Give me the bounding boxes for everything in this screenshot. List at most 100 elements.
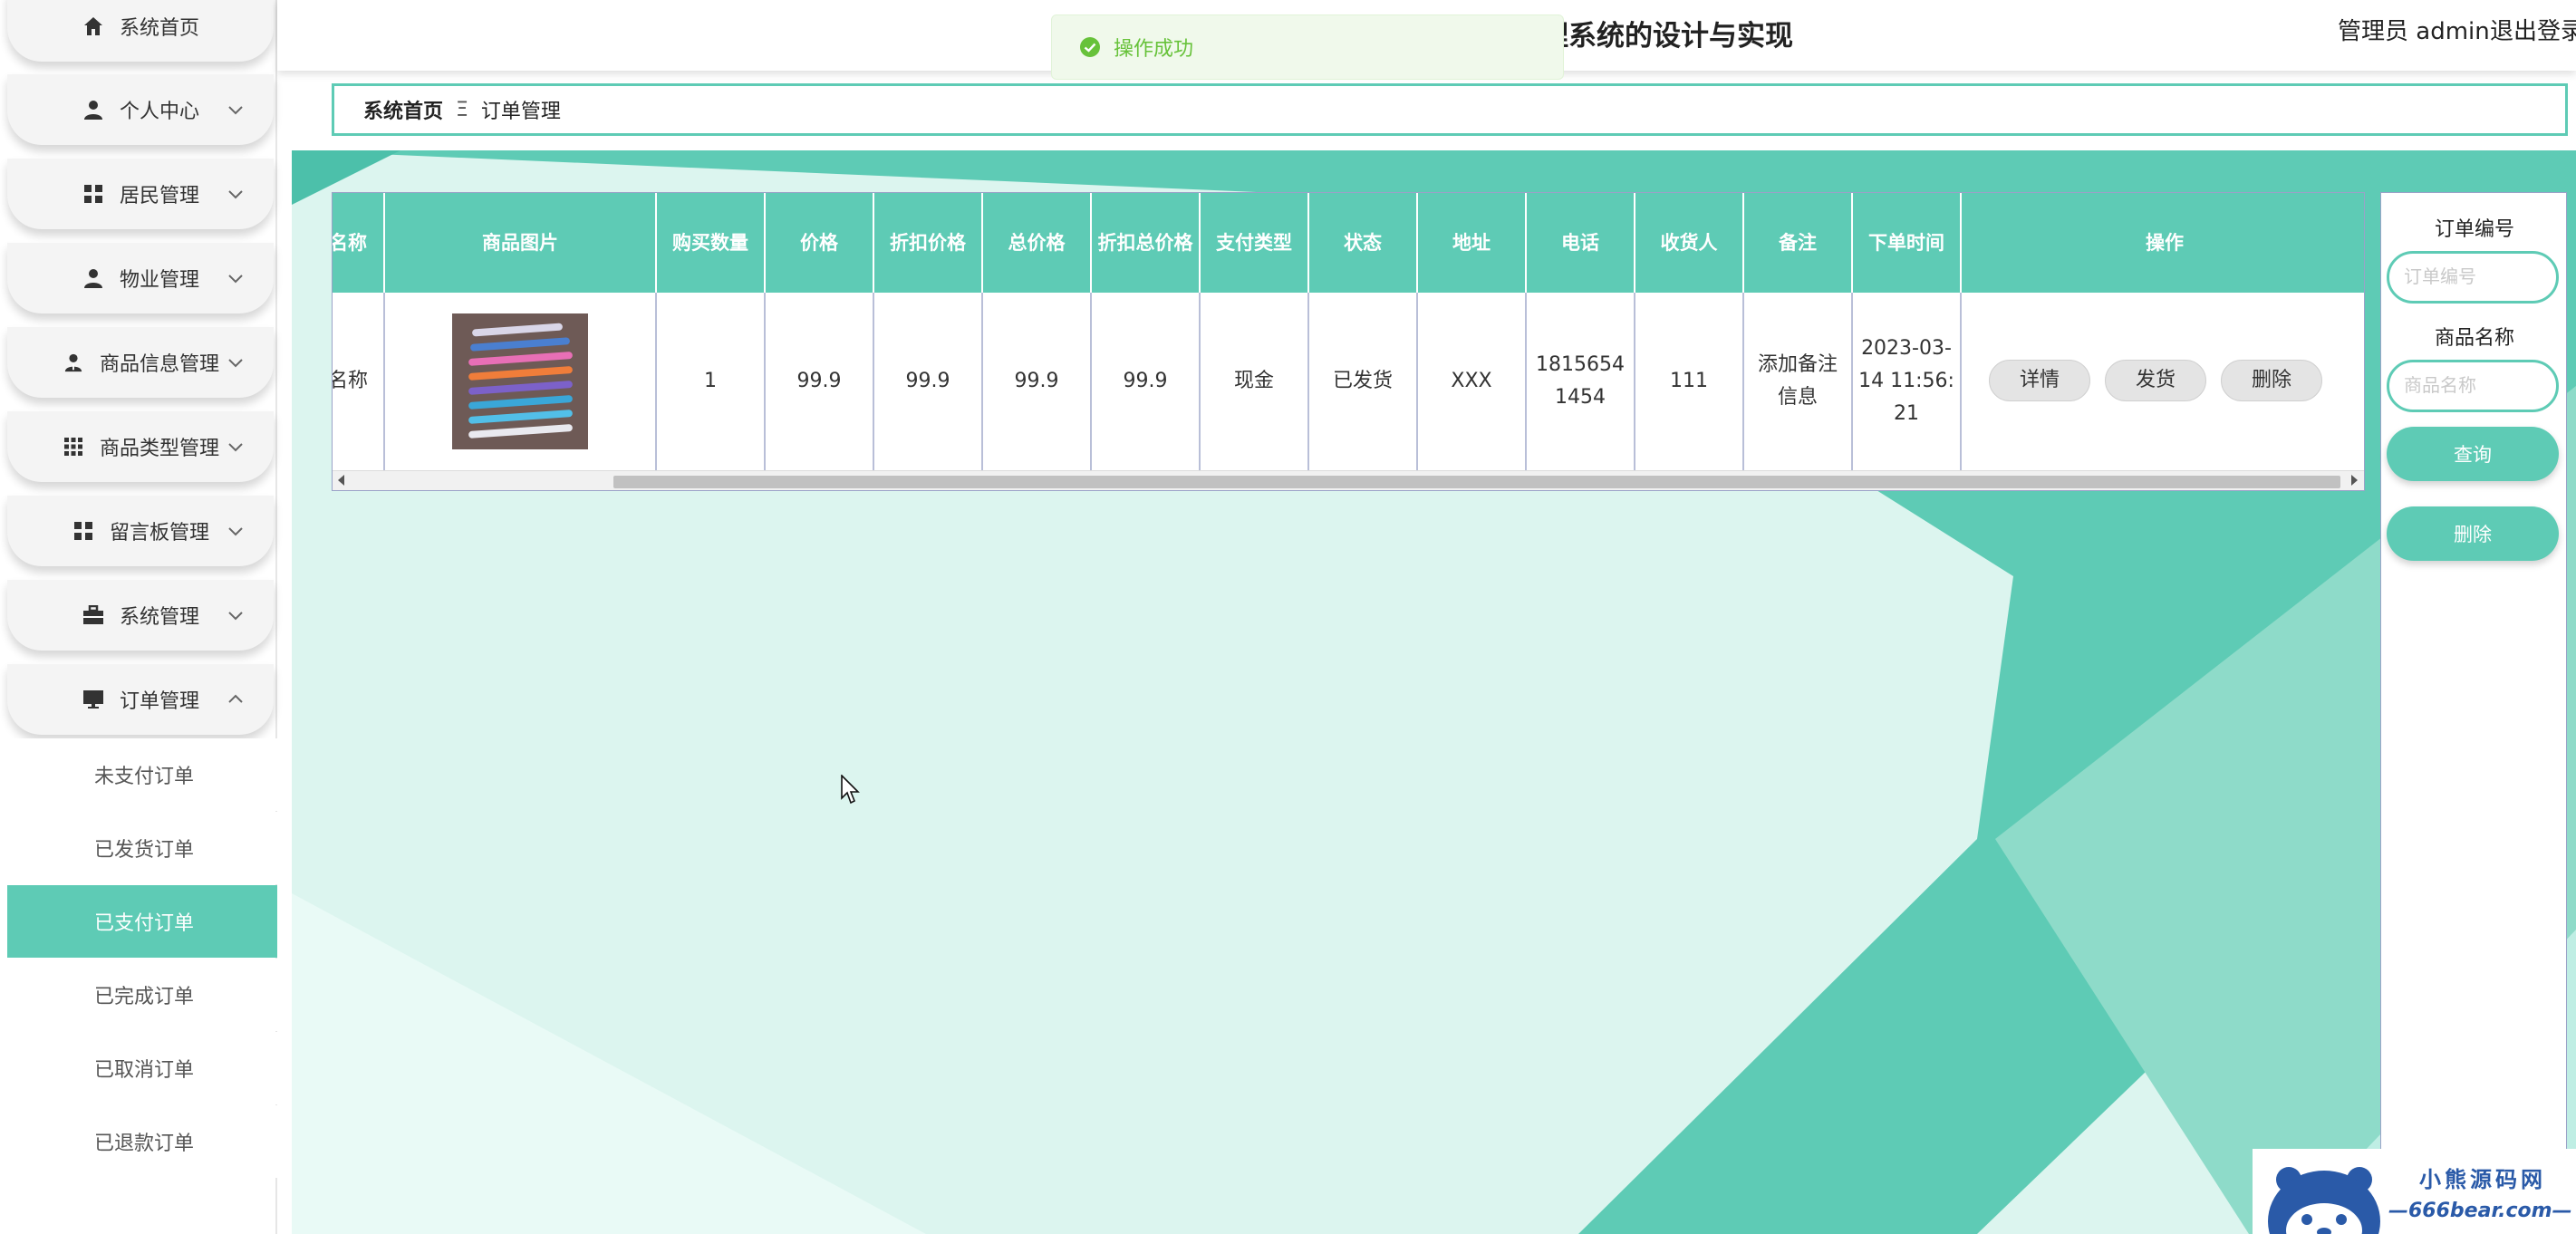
orders-table: 名称 商品图片 购买数量 价格 折扣价格 总价格 折扣总价格 支付类型 状态 地… bbox=[332, 192, 2365, 491]
sidebar-item-system[interactable]: 系统管理 bbox=[7, 580, 274, 651]
watermark: 小熊源码网 —666bear.com— bbox=[2253, 1149, 2576, 1234]
cell-order-time: 2023-03-14 11:56:21 bbox=[1853, 293, 1962, 470]
order-no-label: 订单编号 bbox=[2434, 218, 2514, 241]
col-header-price: 价格 bbox=[766, 193, 874, 293]
monitor-icon bbox=[82, 688, 105, 711]
cell-image bbox=[385, 293, 657, 470]
chevron-down-icon bbox=[228, 443, 243, 452]
table-horizontal-scrollbar[interactable] bbox=[333, 470, 2364, 490]
cell-remark: 添加备注信息 bbox=[1744, 293, 1853, 470]
col-header-pay-type: 支付类型 bbox=[1201, 193, 1309, 293]
col-header-name: 名称 bbox=[333, 193, 385, 293]
sidebar-subitem-shipped[interactable]: 已发货订单 bbox=[7, 812, 277, 884]
sidebar-subitem-cancelled[interactable]: 已取消订单 bbox=[7, 1032, 277, 1104]
sidebar-subitem-unpaid[interactable]: 未支付订单 bbox=[7, 738, 277, 811]
scroll-left-arrow-icon[interactable] bbox=[338, 475, 344, 486]
sidebar-item-property[interactable]: 物业管理 bbox=[7, 243, 274, 313]
toast-message: 操作成功 bbox=[1114, 38, 1194, 61]
sidebar-item-label: 个人中心 bbox=[119, 101, 199, 123]
watermark-url: —666bear.com— bbox=[2388, 1200, 2572, 1222]
sidebar-item-label: 留言板管理 bbox=[109, 522, 209, 545]
mouse-cursor-icon bbox=[841, 775, 860, 805]
chevron-down-icon bbox=[228, 275, 243, 284]
cell-name: 名称 bbox=[333, 293, 385, 470]
sidebar-item-label: 系统首页 bbox=[119, 17, 199, 40]
cell-address: XXX bbox=[1418, 293, 1527, 470]
sidebar-item-home[interactable]: 系统首页 bbox=[7, 0, 274, 62]
col-header-actions: 操作 bbox=[1962, 193, 2364, 293]
sidebar-item-personal-center[interactable]: 个人中心 bbox=[7, 74, 274, 145]
logout-link[interactable]: 退出登录 bbox=[2490, 13, 2576, 46]
cell-status: 已发货 bbox=[1309, 293, 1418, 470]
cell-discount-total: 99.9 bbox=[1092, 293, 1201, 470]
cell-receiver: 111 bbox=[1635, 293, 1744, 470]
detail-button[interactable]: 详情 bbox=[1989, 360, 2090, 401]
col-header-total-price: 总价格 bbox=[983, 193, 1092, 293]
sidebar-subitem-completed[interactable]: 已完成订单 bbox=[7, 959, 277, 1031]
chevron-down-icon bbox=[228, 612, 243, 621]
breadcrumb-separator: Ξ bbox=[456, 98, 468, 121]
sidebar-item-label: 订单管理 bbox=[119, 690, 199, 713]
grid-icon bbox=[72, 519, 95, 543]
order-no-input[interactable] bbox=[2387, 251, 2559, 304]
search-panel: 订单编号 商品名称 查询 删除 bbox=[2380, 192, 2567, 1234]
product-name-label: 商品名称 bbox=[2434, 327, 2514, 350]
sidebar-item-label: 商品信息管理 bbox=[99, 353, 219, 376]
col-header-discount-total: 折扣总价格 bbox=[1092, 193, 1201, 293]
user-icon bbox=[82, 98, 105, 121]
ship-button[interactable]: 发货 bbox=[2105, 360, 2206, 401]
watermark-name: 小熊源码网 bbox=[2419, 1167, 2546, 1192]
sidebar-item-product-info[interactable]: 商品信息管理 bbox=[7, 327, 274, 398]
sidebar-item-label: 商品类型管理 bbox=[99, 438, 219, 460]
app-root: 系统首页 个人中心 居民管理 物业管理 商品信息管理 商品类型管理 留言板管理 … bbox=[0, 0, 2576, 1234]
bear-logo-icon bbox=[2268, 1167, 2380, 1234]
sidebar-item-orders[interactable]: 订单管理 bbox=[7, 664, 274, 735]
admin-user-label: 管理员 admin bbox=[2338, 18, 2490, 45]
col-header-discount-price: 折扣价格 bbox=[874, 193, 983, 293]
user-icon bbox=[82, 266, 105, 290]
cell-price: 99.9 bbox=[766, 293, 874, 470]
col-header-status: 状态 bbox=[1309, 193, 1418, 293]
sidebar-item-product-type[interactable]: 商品类型管理 bbox=[7, 411, 274, 482]
cell-pay-type: 现金 bbox=[1201, 293, 1309, 470]
col-header-quantity: 购买数量 bbox=[657, 193, 766, 293]
breadcrumb: 系统首页 Ξ 订单管理 bbox=[332, 83, 2568, 136]
cell-discount-price: 99.9 bbox=[874, 293, 983, 470]
chevron-down-icon bbox=[228, 359, 243, 368]
breadcrumb-current: 订单管理 bbox=[480, 101, 561, 123]
sidebar-item-label: 居民管理 bbox=[119, 185, 199, 207]
success-toast: 操作成功 bbox=[1051, 14, 1564, 80]
product-name-input[interactable] bbox=[2387, 360, 2559, 412]
query-button[interactable]: 查询 bbox=[2387, 427, 2559, 481]
sidebar-item-label: 物业管理 bbox=[119, 269, 199, 292]
col-header-phone: 电话 bbox=[1527, 193, 1635, 293]
product-thumbnail[interactable] bbox=[452, 313, 588, 449]
breadcrumb-home[interactable]: 系统首页 bbox=[363, 95, 443, 124]
chevron-up-icon bbox=[228, 694, 243, 703]
grid-icon bbox=[82, 182, 105, 206]
cell-total-price: 99.9 bbox=[983, 293, 1092, 470]
sidebar-subitem-refunded[interactable]: 已退款订单 bbox=[7, 1105, 277, 1178]
check-circle-icon bbox=[1080, 37, 1100, 57]
sidebar-item-label: 系统管理 bbox=[119, 606, 199, 629]
delete-row-button[interactable]: 删除 bbox=[2221, 360, 2322, 401]
col-header-receiver: 收货人 bbox=[1635, 193, 1744, 293]
sidebar-subitem-paid[interactable]: 已支付订单 bbox=[7, 885, 277, 958]
user-tie-icon bbox=[62, 351, 85, 374]
col-header-address: 地址 bbox=[1418, 193, 1527, 293]
page-title: 理系统的设计与实现 bbox=[1540, 20, 1793, 53]
sidebar-item-message-board[interactable]: 留言板管理 bbox=[7, 496, 274, 566]
cell-phone: 18156541454 bbox=[1527, 293, 1635, 470]
chevron-down-icon bbox=[228, 527, 243, 536]
main-content: 名称 商品图片 购买数量 价格 折扣价格 总价格 折扣总价格 支付类型 状态 地… bbox=[292, 150, 2576, 1234]
cell-actions: 详情 发货 删除 bbox=[1962, 293, 2364, 470]
briefcase-icon bbox=[82, 603, 105, 627]
col-header-image: 商品图片 bbox=[385, 193, 657, 293]
batch-delete-button[interactable]: 删除 bbox=[2387, 506, 2559, 561]
scroll-right-arrow-icon[interactable] bbox=[2351, 475, 2358, 486]
cell-quantity: 1 bbox=[657, 293, 766, 470]
sidebar: 系统首页 个人中心 居民管理 物业管理 商品信息管理 商品类型管理 留言板管理 … bbox=[0, 0, 277, 1234]
scrollbar-thumb[interactable] bbox=[613, 476, 2340, 488]
col-header-order-time: 下单时间 bbox=[1853, 193, 1962, 293]
sidebar-item-resident[interactable]: 居民管理 bbox=[7, 159, 274, 229]
